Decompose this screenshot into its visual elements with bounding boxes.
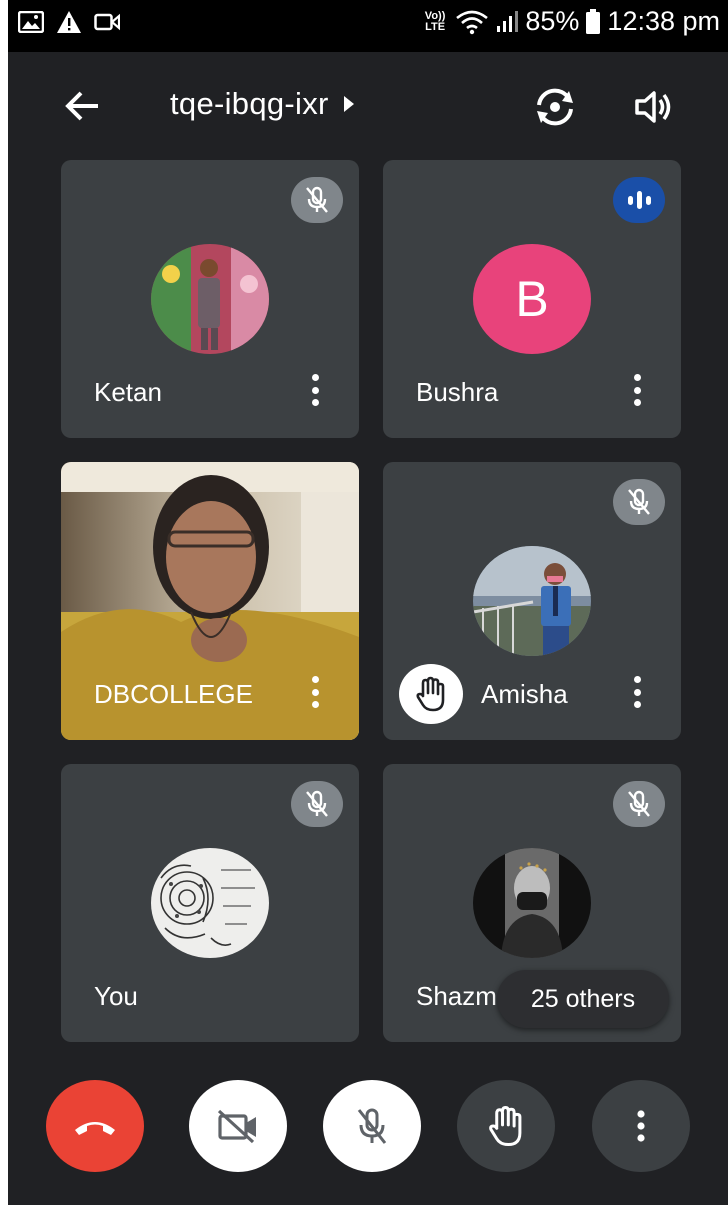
participant-name: Bushra — [416, 377, 499, 407]
mic-off-icon — [306, 790, 328, 817]
speaker-button[interactable] — [628, 82, 678, 132]
more-options-button[interactable] — [305, 370, 325, 410]
more-options-button[interactable] — [305, 672, 325, 712]
lte-text: LTE — [425, 20, 446, 33]
clock: 12:38 pm — [607, 6, 720, 36]
mic-off-icon — [628, 488, 650, 515]
battery-icon — [586, 8, 601, 34]
status-bar: Vo)) LTE 85% 12:38 pm — [8, 0, 728, 52]
mic-toggle-button[interactable] — [323, 1080, 421, 1172]
participant-tile-dbcollege[interactable]: DBCOLLEGE — [61, 462, 359, 740]
wifi-icon — [456, 10, 489, 34]
participant-name: You — [94, 981, 138, 1011]
hand-raised-badge — [399, 664, 463, 724]
participant-tile-bushra[interactable]: B Bushra — [383, 160, 681, 438]
participant-name: DBCOLLEGE — [94, 679, 253, 709]
mic-off-icon — [357, 1108, 387, 1144]
others-button[interactable]: 25 others — [497, 970, 669, 1028]
raise-hand-button[interactable] — [457, 1080, 555, 1172]
mic-off-icon — [628, 790, 650, 817]
participant-tile-amisha[interactable]: Amisha — [383, 462, 681, 740]
participant-tile-you[interactable]: You — [61, 764, 359, 1042]
meeting-code-button[interactable]: tqe-ibqg-ixr — [170, 86, 355, 122]
volte-indicator: Vo)) LTE — [425, 10, 446, 33]
speaker-icon — [635, 91, 671, 123]
avatar-bushra: B — [473, 244, 591, 354]
participant-tile-ketan[interactable]: Ketan — [61, 160, 359, 438]
switch-camera-button[interactable] — [530, 82, 580, 132]
back-button[interactable] — [60, 84, 104, 128]
more-options-button[interactable] — [592, 1080, 690, 1172]
warning-icon — [57, 11, 81, 33]
muted-badge — [291, 781, 343, 827]
avatar-you — [151, 848, 269, 958]
avatar-amisha — [473, 546, 591, 656]
participant-name: Amisha — [481, 679, 568, 709]
more-options-button[interactable] — [627, 370, 647, 410]
arrow-back-icon — [65, 91, 98, 121]
signal-icon — [497, 10, 519, 32]
meet-screen: Vo)) LTE 85% 12:38 pm tqe-ibqg-ixr Ketan… — [8, 0, 728, 1205]
avatar-shazm — [473, 848, 591, 958]
battery-percent: 85% — [525, 6, 580, 36]
mic-off-icon — [306, 186, 328, 213]
end-call-button[interactable] — [46, 1080, 144, 1172]
gallery-icon — [18, 11, 44, 33]
participant-name: Shazm — [416, 981, 497, 1011]
muted-badge — [291, 177, 343, 223]
camera-toggle-button[interactable] — [189, 1080, 287, 1172]
meeting-code: tqe-ibqg-ixr — [170, 86, 329, 121]
more-options-button[interactable] — [627, 672, 647, 712]
hand-icon — [489, 1105, 522, 1147]
notification-icons — [18, 10, 120, 34]
phone-hangup-icon — [75, 1122, 115, 1135]
speaking-indicator — [613, 177, 665, 223]
status-indicators: Vo)) LTE 85% 12:38 pm — [425, 6, 720, 37]
more-vert-icon — [637, 1110, 645, 1142]
participant-name: Ketan — [94, 377, 162, 407]
meeting-header: tqe-ibqg-ixr — [8, 60, 728, 150]
muted-badge — [613, 781, 665, 827]
chevron-right-icon — [343, 96, 354, 112]
hand-icon — [416, 676, 445, 712]
muted-badge — [613, 479, 665, 525]
switch-camera-icon — [537, 88, 573, 126]
videocam-off-icon — [217, 1109, 256, 1144]
avatar-ketan — [151, 244, 269, 354]
video-camera-icon — [94, 13, 120, 31]
